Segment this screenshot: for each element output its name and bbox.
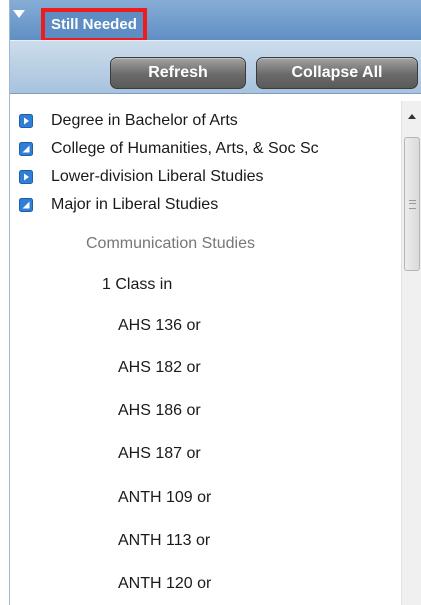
- course-item[interactable]: AHS 136 or: [118, 315, 201, 337]
- scroll-up-arrow-icon[interactable]: [402, 101, 421, 129]
- tree-list: Degree in Bachelor of Arts College of Hu…: [10, 101, 421, 605]
- still-needed-panel: Still Needed Refresh Collapse All Degree…: [9, 0, 421, 605]
- collapse-icon[interactable]: [19, 142, 33, 156]
- panel-title: Still Needed: [41, 8, 147, 42]
- toolbar: Refresh Collapse All: [10, 40, 421, 94]
- collapse-icon[interactable]: [19, 198, 33, 212]
- vertical-scrollbar[interactable]: [401, 101, 421, 605]
- course-item[interactable]: ANTH 109 or: [118, 487, 211, 509]
- collapse-triangle-icon[interactable]: [13, 9, 25, 19]
- tree-item-label: Lower-division Liberal Studies: [51, 168, 264, 185]
- expand-icon[interactable]: [19, 114, 33, 128]
- requirement-label: 1 Class in: [102, 276, 173, 293]
- expand-icon[interactable]: [19, 170, 33, 184]
- course-item[interactable]: AHS 186 or: [118, 400, 201, 422]
- course-item[interactable]: AHS 187 or: [118, 443, 201, 465]
- panel-header: Still Needed: [10, 0, 421, 42]
- grip-icon: [409, 200, 416, 209]
- course-item[interactable]: ANTH 113 or: [118, 530, 210, 552]
- group-label: Communication Studies: [86, 235, 255, 252]
- collapse-all-button[interactable]: Collapse All: [256, 57, 418, 89]
- scroll-thumb[interactable]: [404, 137, 420, 271]
- tree-item-label: Major in Liberal Studies: [51, 196, 219, 213]
- tree-item-label: Degree in Bachelor of Arts: [51, 112, 238, 129]
- refresh-button[interactable]: Refresh: [110, 57, 246, 89]
- course-item[interactable]: ANTH 120 or: [118, 573, 211, 595]
- course-item[interactable]: AHS 182 or: [118, 357, 201, 379]
- tree-item-label: College of Humanities, Arts, & Soc Sc: [51, 140, 319, 157]
